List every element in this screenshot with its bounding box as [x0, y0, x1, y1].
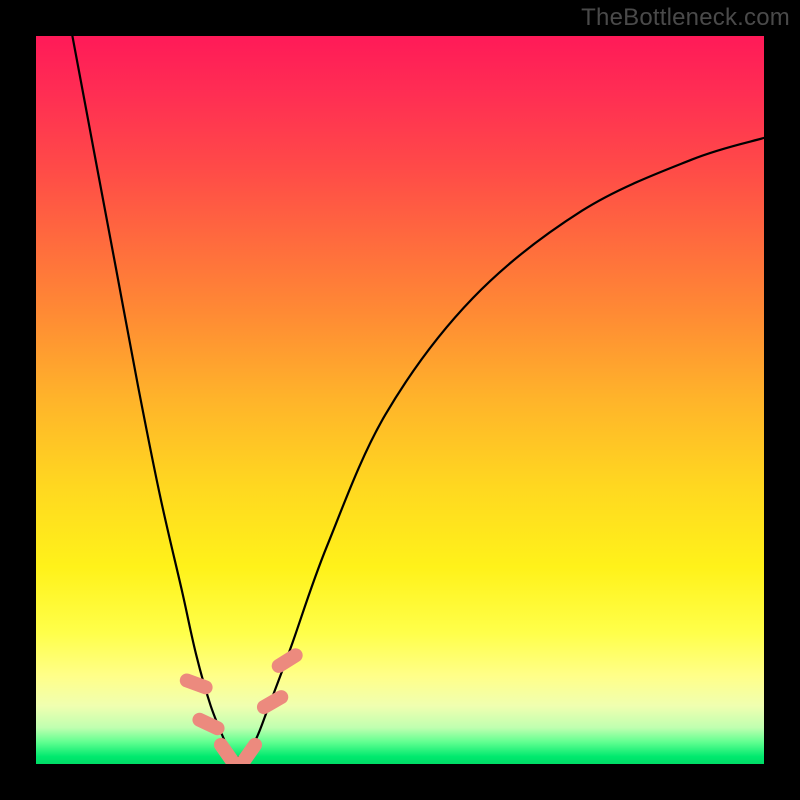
bottleneck-curve — [72, 36, 764, 759]
pink-marker — [190, 710, 227, 737]
watermark-text: TheBottleneck.com — [581, 4, 790, 32]
pink-marker — [178, 672, 215, 697]
marker-group — [178, 646, 305, 764]
pink-marker — [269, 646, 305, 676]
curve-layer — [36, 36, 764, 764]
chart-container: TheBottleneck.com — [0, 0, 800, 800]
pink-marker — [234, 735, 265, 764]
plot-area — [36, 36, 764, 764]
pink-marker — [254, 688, 290, 717]
